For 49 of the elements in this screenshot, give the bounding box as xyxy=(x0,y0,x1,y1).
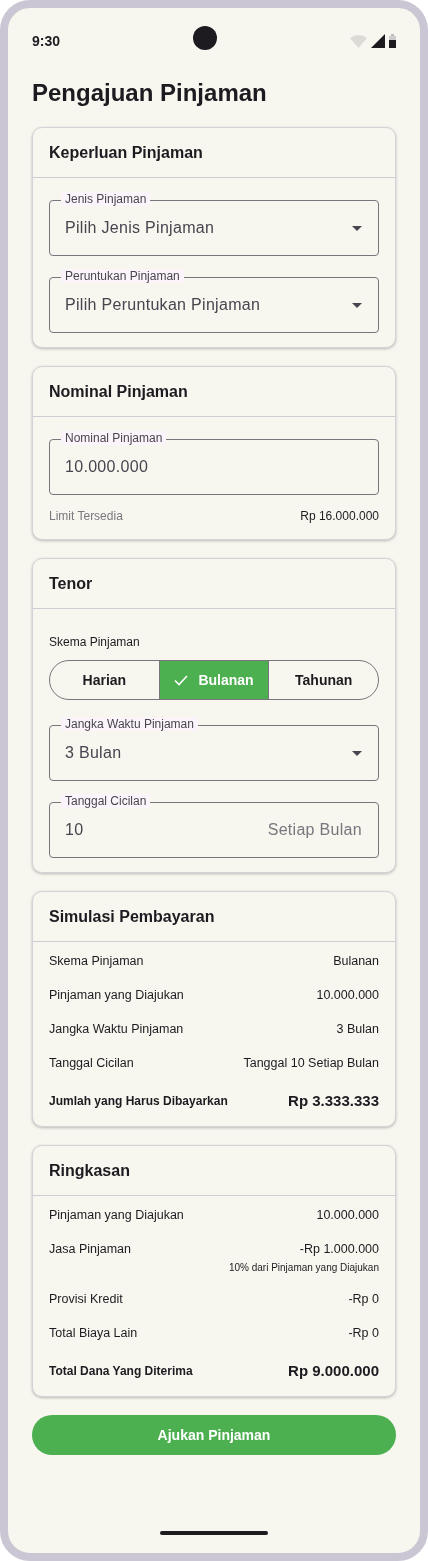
row-label: Total Biaya Lain xyxy=(49,1325,138,1342)
row-label: Provisi Kredit xyxy=(49,1291,123,1308)
row-value: Tanggal 10 Setiap Bulan xyxy=(243,1055,379,1072)
field-caption: Skema Pinjaman xyxy=(49,634,141,651)
total-value: Rp 9.000.000 xyxy=(288,1360,379,1381)
row-value: 3 Bulan xyxy=(336,1021,379,1038)
row-label: Pinjaman yang Diajukan xyxy=(49,1207,184,1224)
row-note: 10% dari Pinjaman yang Diajukan xyxy=(228,1260,379,1275)
field-label: Nominal Pinjaman xyxy=(61,431,167,445)
segment-button[interactable]: Tahunan xyxy=(268,661,378,699)
caret-icon xyxy=(352,225,362,231)
row-value: Bulanan xyxy=(333,953,379,970)
wifi-icon xyxy=(350,34,367,48)
status-time: 9:30 xyxy=(32,32,61,51)
field-label: Jangka Waktu Pinjaman xyxy=(61,717,198,731)
field-label: Tanggal Cicilan xyxy=(61,794,151,808)
battery-icon xyxy=(389,34,396,48)
check-icon xyxy=(174,674,189,686)
section-title: Ringkasan xyxy=(33,1146,395,1196)
input-field[interactable]: 10.000.000 xyxy=(65,455,362,479)
row-label: Jangka Waktu Pinjaman xyxy=(49,1021,184,1038)
row-label: Pinjaman yang Diajukan xyxy=(49,987,184,1004)
segment-button[interactable]: Harian xyxy=(50,661,159,699)
row-value: -Rp 0 xyxy=(348,1291,379,1308)
total-value: Rp 3.333.333 xyxy=(288,1090,379,1111)
section-title: Simulasi Pembayaran xyxy=(33,892,395,942)
field-label: Peruntukan Pinjaman xyxy=(61,269,184,283)
signal-icon xyxy=(371,34,385,48)
limit-value: Rp 16.000.000 xyxy=(300,508,379,525)
row-label: Skema Pinjaman xyxy=(49,953,144,970)
row-label: Tanggal Cicilan xyxy=(49,1055,134,1072)
input-field[interactable]: 10 xyxy=(65,818,260,842)
section-title: Nominal Pinjaman xyxy=(33,367,395,417)
total-label: Total Dana Yang Diterima xyxy=(49,1363,193,1380)
section-title: Tenor xyxy=(33,559,395,609)
camera-icon xyxy=(193,26,217,50)
section-title: Keperluan Pinjaman xyxy=(33,128,395,178)
row-value: 10.000.000 xyxy=(316,987,379,1004)
row-value: -Rp 1.000.000 xyxy=(299,1241,379,1258)
total-label: Jumlah yang Harus Dibayarkan xyxy=(49,1093,228,1110)
caret-icon xyxy=(352,750,362,756)
field-label: Jenis Pinjaman xyxy=(61,192,151,206)
row-value: 10.000.000 xyxy=(316,1207,379,1224)
suffix-text: Setiap Bulan xyxy=(267,820,362,840)
row-value: -Rp 0 xyxy=(348,1325,379,1342)
caret-icon xyxy=(352,302,362,308)
row-label: Jasa Pinjaman xyxy=(49,1241,131,1258)
page-title: Pengajuan Pinjaman xyxy=(32,78,268,108)
limit-label: Limit Tersedia xyxy=(49,508,123,525)
